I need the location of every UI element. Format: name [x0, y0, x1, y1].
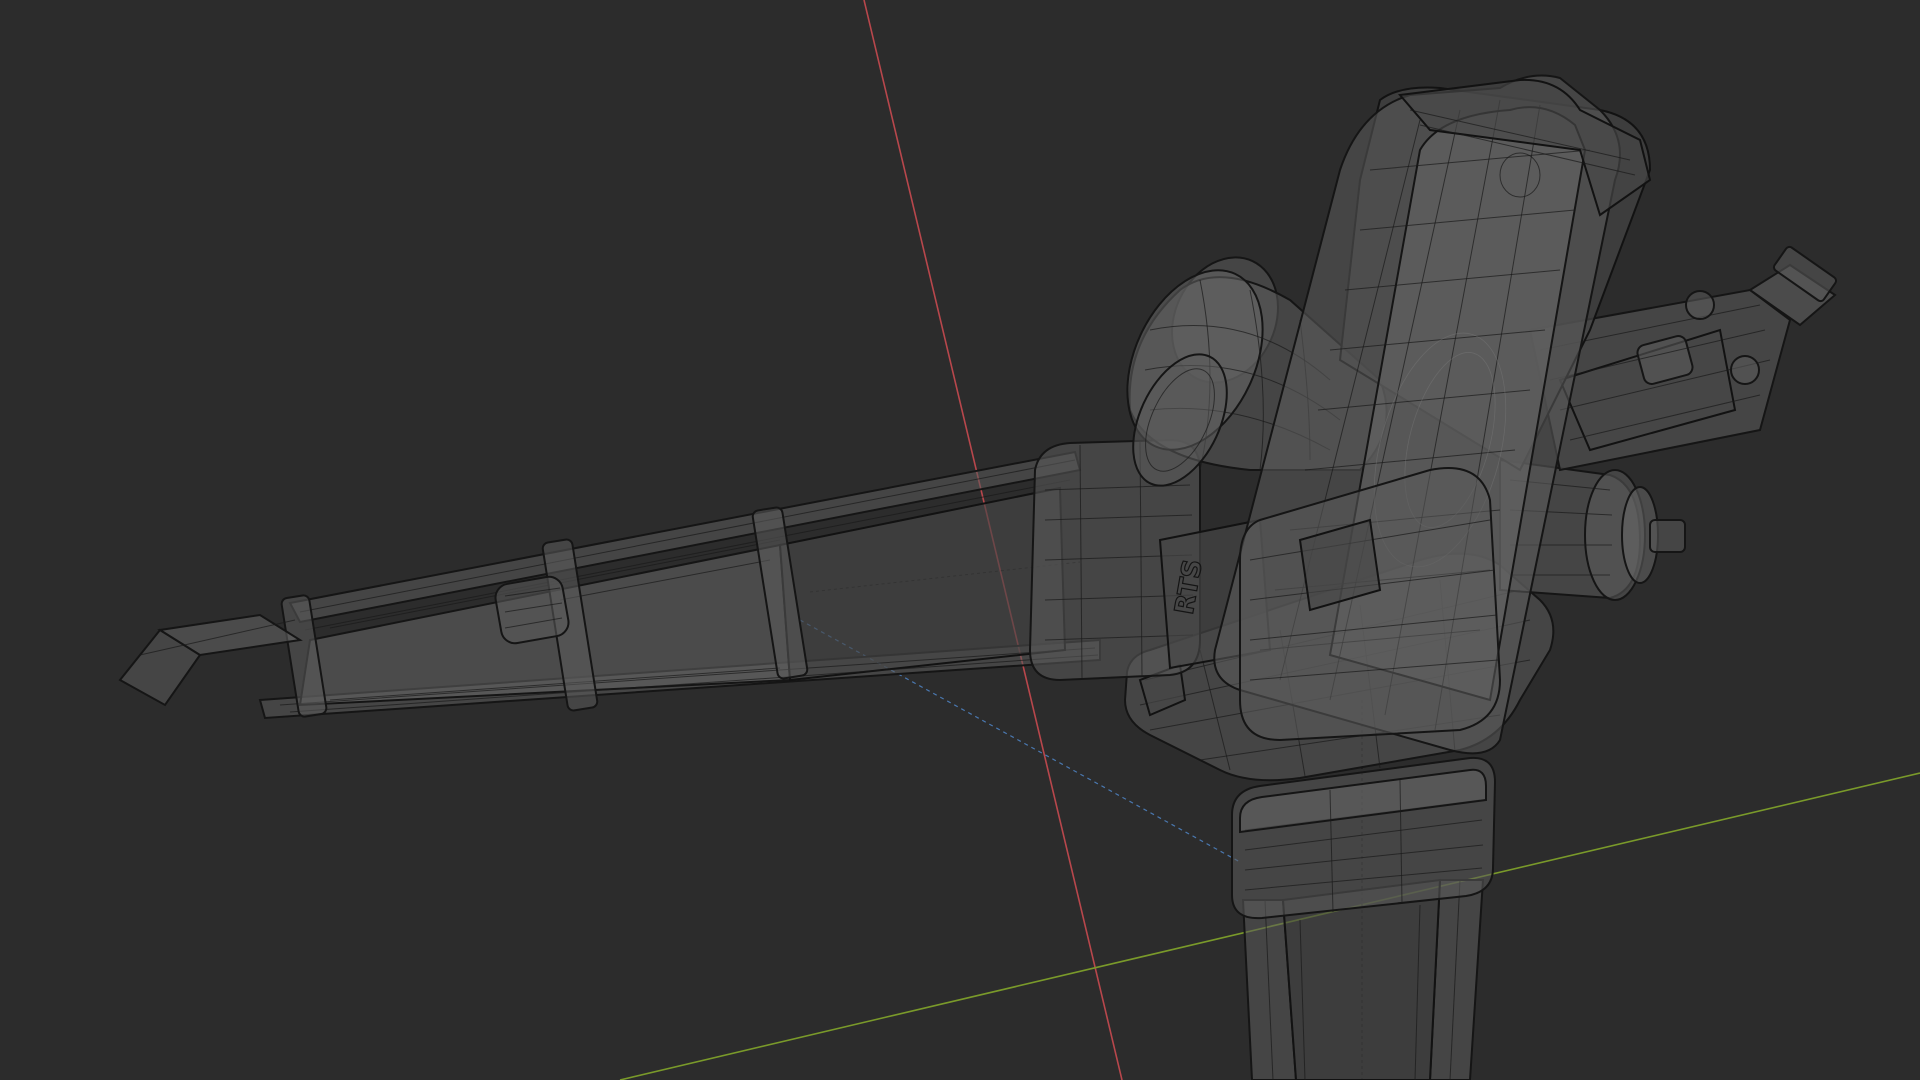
- boom-arm: [118, 450, 1101, 720]
- viewport-canvas[interactable]: RTS: [0, 0, 1920, 1080]
- 3d-viewport[interactable]: RTS: [0, 0, 1920, 1080]
- pedestal: [1231, 756, 1497, 1080]
